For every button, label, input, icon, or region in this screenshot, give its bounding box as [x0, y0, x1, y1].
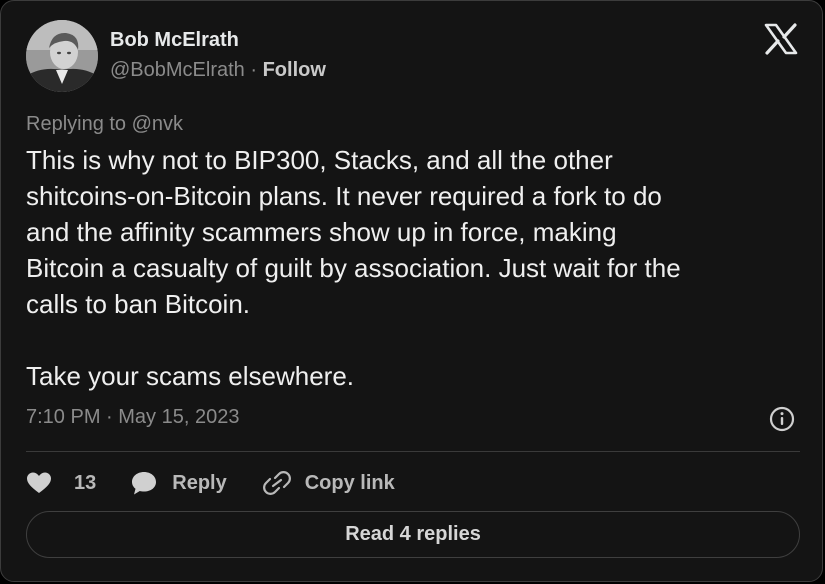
replying-to-label[interactable]: Replying to @nvk [26, 113, 183, 136]
copy-link-label: Copy link [304, 471, 395, 494]
author-handle[interactable]: @BobMcElrath [110, 59, 245, 81]
author-handle-row: @BobMcElrath · Follow [110, 59, 326, 82]
read-replies-label: Read 4 replies [345, 523, 481, 545]
info-icon[interactable] [769, 406, 795, 432]
tweet-timestamp[interactable]: 7:10 PM · May 15, 2023 [26, 406, 239, 429]
tweet-body: This is why not to BIP300, Stacks, and a… [26, 145, 681, 391]
reply-label: Reply [172, 471, 227, 494]
like-count: 13 [74, 471, 97, 494]
avatar[interactable] [26, 20, 98, 92]
avatar-photo [26, 20, 98, 92]
read-replies-button[interactable]: Read 4 replies [26, 511, 800, 558]
author-name[interactable]: Bob McElrath [110, 29, 239, 52]
x-logo-icon[interactable] [764, 23, 798, 55]
divider [26, 451, 800, 452]
handle-separator: · [244, 59, 263, 81]
action-bar: 13 Reply Copy link [26, 465, 395, 501]
like-button[interactable]: 13 [26, 471, 96, 495]
link-icon [262, 471, 291, 495]
follow-button[interactable]: Follow [263, 59, 326, 81]
speech-bubble-icon [132, 472, 157, 495]
tweet-card: Bob McElrath @BobMcElrath · Follow Reply… [0, 0, 823, 582]
reply-button[interactable]: Reply [130, 470, 227, 496]
heart-icon [27, 472, 51, 493]
copy-link-button[interactable]: Copy link [262, 470, 395, 496]
